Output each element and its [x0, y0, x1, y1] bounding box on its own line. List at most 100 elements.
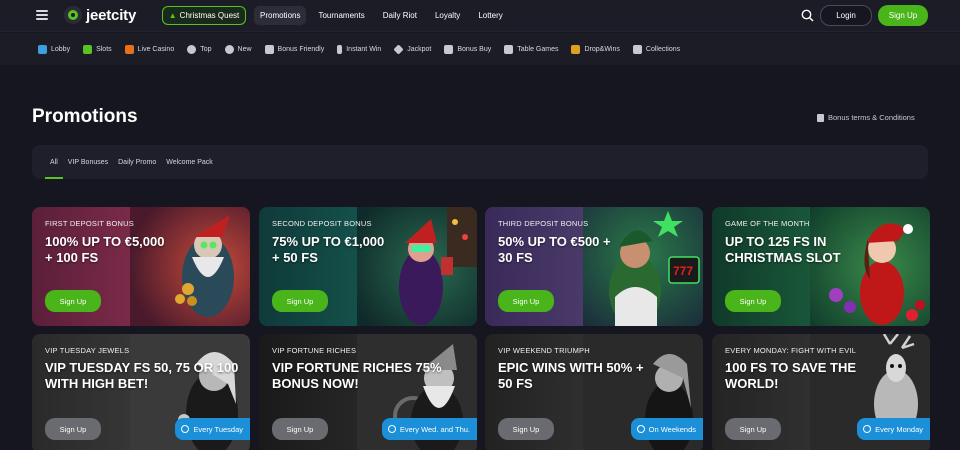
schedule-label: Every Tuesday [193, 424, 243, 434]
nav-loyalty[interactable]: Loyalty [429, 6, 466, 25]
promo-signup-button[interactable]: Sign Up [725, 290, 781, 312]
promo-headline: EPIC WINS WITH 50% + 50 FS [498, 360, 644, 391]
main-nav: Promotions Tournaments Daily Riot Loyalt… [254, 6, 509, 25]
santa-art-image [130, 207, 250, 326]
clock-icon [863, 425, 872, 433]
menu-icon[interactable] [36, 10, 48, 20]
promo-card-second-deposit[interactable]: SECOND DEPOSIT BONUS 75% UP TO €1,000 + … [259, 207, 477, 326]
promo-kicker: GAME OF THE MONTH [725, 219, 810, 228]
logo[interactable]: jeetcity [64, 6, 136, 24]
nav-lottery[interactable]: Lottery [472, 6, 508, 25]
category-table-games[interactable]: Table Games [504, 44, 558, 54]
clock-icon [387, 425, 396, 433]
elf-art-image: 777 [583, 207, 703, 326]
document-icon [817, 113, 824, 122]
lobby-icon [38, 44, 47, 54]
nav-daily-riot[interactable]: Daily Riot [377, 6, 423, 25]
promo-headline: 100 FS TO SAVE THE WORLD! [725, 360, 857, 391]
promo-card-vip-weekend[interactable]: VIP WEEKEND TRIUMPH EPIC WINS WITH 50% +… [485, 334, 703, 450]
promo-signup-button[interactable]: Sign Up [498, 418, 554, 440]
promo-card-third-deposit[interactable]: 777 THIRD DEPOSIT BONUS 50% UP TO €500 +… [485, 207, 703, 326]
tab-welcome-pack[interactable]: Welcome Pack [161, 145, 218, 179]
schedule-tag: On Weekends [630, 418, 703, 440]
bonus-friendly-icon [264, 44, 274, 54]
promo-card-game-of-month[interactable]: GAME OF THE MONTH UP TO 125 FS IN CHRIST… [712, 207, 930, 326]
tab-vip-bonuses[interactable]: VIP Bonuses [63, 145, 113, 179]
promo-card-vip-tuesday[interactable]: VIP TUESDAY JEWELS VIP TUESDAY FS 50, 75… [32, 334, 250, 450]
promo-headline: 75% UP TO €1,000 + 50 FS [272, 234, 385, 265]
bonus-terms-label: Bonus terms & Conditions [828, 113, 915, 122]
promo-kicker: EVERY MONDAY: FIGHT WITH EVIL [725, 346, 857, 355]
lightning-icon [337, 44, 343, 54]
schedule-label: Every Wed. and Thu. [399, 424, 470, 434]
promo-kicker: SECOND DEPOSIT BONUS [272, 219, 372, 228]
schedule-tag: Every Tuesday [175, 418, 250, 440]
tree-icon: ▲ [168, 11, 177, 20]
clock-icon [636, 425, 645, 433]
promo-headline: 100% UP TO €5,000 + 100 FS [45, 234, 165, 265]
category-new[interactable]: New [224, 44, 252, 54]
schedule-label: Every Monday [875, 424, 923, 434]
logo-text: jeetcity [86, 6, 137, 24]
category-live-casino[interactable]: Live Casino [124, 44, 174, 54]
promo-card-every-monday[interactable]: EVERY MONDAY: FIGHT WITH EVIL 100 FS TO … [712, 334, 930, 450]
nav-tournaments[interactable]: Tournaments [312, 6, 370, 25]
promo-kicker: VIP WEEKEND TRIUMPH [498, 346, 590, 355]
christmas-girl-art-image [810, 207, 930, 326]
nav-promotions[interactable]: Promotions [254, 6, 307, 25]
search-icon[interactable] [801, 9, 814, 22]
new-icon [224, 44, 234, 54]
signup-button[interactable]: Sign Up [878, 5, 928, 26]
clock-icon [181, 425, 190, 433]
promo-card-first-deposit[interactable]: FIRST DEPOSIT BONUS 100% UP TO €5,000 + … [32, 207, 250, 326]
category-bar: Lobby Slots Live Casino Top New Bonus Fr… [0, 33, 960, 65]
top-header: jeetcity ▲ Christmas Quest Promotions To… [0, 0, 960, 32]
category-collections[interactable]: Collections [632, 44, 680, 54]
category-instant-win[interactable]: Instant Win [337, 44, 381, 54]
svg-text:777: 777 [673, 264, 693, 278]
cards-icon [504, 44, 514, 54]
promo-signup-button[interactable]: Sign Up [45, 290, 101, 312]
promo-kicker: VIP FORTUNE RICHES [272, 346, 357, 355]
schedule-tag: Every Monday [857, 418, 930, 440]
category-drop-wins[interactable]: Drop&Wins [571, 44, 620, 54]
category-bonus-buy[interactable]: Bonus Buy [444, 44, 491, 54]
top-icon [187, 44, 197, 54]
santa-girl-art-image [357, 207, 477, 326]
promo-card-vip-fortune[interactable]: VIP FORTUNE RICHES VIP FORTUNE RICHES 75… [259, 334, 477, 450]
promo-tabs: All VIP Bonuses Daily Promo Welcome Pack [32, 145, 928, 179]
promo-headline: VIP TUESDAY FS 50, 75 OR 100 WITH HIGH B… [45, 360, 239, 391]
category-slots[interactable]: Slots [83, 44, 112, 54]
drop-wins-icon [571, 44, 581, 54]
slots-icon [83, 44, 93, 54]
promo-signup-button[interactable]: Sign Up [272, 290, 328, 312]
category-lobby[interactable]: Lobby [38, 44, 70, 54]
tab-daily-promo[interactable]: Daily Promo [113, 145, 161, 179]
logo-icon [64, 6, 82, 24]
tab-all[interactable]: All [45, 145, 63, 179]
promo-signup-button[interactable]: Sign Up [498, 290, 554, 312]
promo-signup-button[interactable]: Sign Up [45, 418, 101, 440]
category-jackpot[interactable]: Jackpot [393, 43, 431, 55]
promo-headline: 50% UP TO €500 + 30 FS [498, 234, 611, 265]
promo-headline: VIP FORTUNE RICHES 75% BONUS NOW! [272, 360, 442, 391]
diamond-icon [393, 43, 404, 55]
promo-kicker: VIP TUESDAY JEWELS [45, 346, 130, 355]
live-casino-icon [124, 44, 134, 54]
promo-signup-button[interactable]: Sign Up [272, 418, 328, 440]
christmas-quest-label: Christmas Quest [179, 11, 240, 20]
category-bonus-friendly[interactable]: Bonus Friendly [264, 44, 324, 54]
schedule-tag: Every Wed. and Thu. [381, 418, 477, 440]
collections-icon [632, 44, 642, 54]
promo-headline: UP TO 125 FS IN CHRISTMAS SLOT [725, 234, 841, 265]
promo-kicker: THIRD DEPOSIT BONUS [498, 219, 589, 228]
promo-kicker: FIRST DEPOSIT BONUS [45, 219, 134, 228]
christmas-quest-button[interactable]: ▲ Christmas Quest [162, 6, 246, 25]
bonus-terms-link[interactable]: Bonus terms & Conditions [817, 113, 915, 122]
schedule-label: On Weekends [648, 424, 696, 434]
page-title: Promotions [32, 106, 138, 127]
login-button[interactable]: Login [820, 5, 872, 26]
category-top[interactable]: Top [187, 44, 212, 54]
promo-signup-button[interactable]: Sign Up [725, 418, 781, 440]
bonus-buy-icon [444, 44, 454, 54]
